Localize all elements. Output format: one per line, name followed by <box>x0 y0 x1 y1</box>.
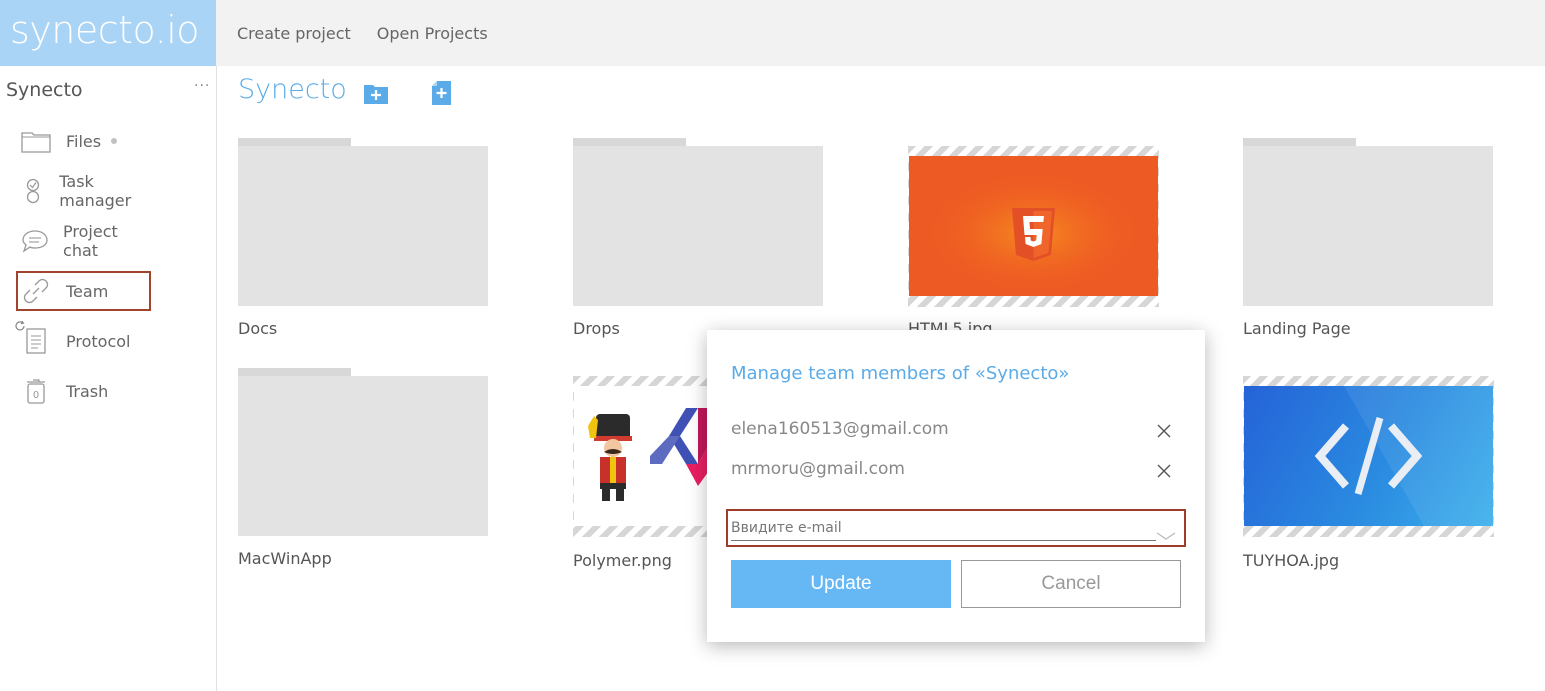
folder-tab <box>1243 138 1356 146</box>
sidebar-item-project-chat[interactable]: Project chat <box>18 221 150 261</box>
sidebar-item-label: Protocol <box>66 331 131 351</box>
member-email: elena160513@gmail.com <box>731 419 949 439</box>
email-input[interactable] <box>731 515 1156 541</box>
add-folder-icon[interactable] <box>364 82 388 108</box>
sidebar-item-label: Team <box>66 281 109 301</box>
remove-member-icon[interactable] <box>1157 463 1171 478</box>
sidebar-item-label: Project chat <box>63 222 118 260</box>
html5-logo <box>909 156 1158 296</box>
file-name: Docs <box>238 319 278 338</box>
sidebar: Synecto ··· Files Task manager Project c… <box>0 66 217 691</box>
top-nav: Create project Open Projects <box>237 0 488 66</box>
logo[interactable]: synecto.io <box>0 0 216 66</box>
manage-team-dialog: Manage team members of «Synecto» elena16… <box>707 330 1205 642</box>
svg-text:0: 0 <box>33 390 39 401</box>
tuyhoa-image <box>1244 386 1493 526</box>
sidebar-item-files[interactable]: Files <box>18 121 150 161</box>
cancel-button[interactable]: Cancel <box>961 560 1181 608</box>
sidebar-item-label: Task manager <box>59 172 132 210</box>
folder-tab <box>238 368 351 376</box>
html5-image <box>909 156 1158 296</box>
unread-dot <box>111 138 118 144</box>
sidebar-item-team[interactable]: Team <box>16 271 151 311</box>
sidebar-item-label: Trash <box>66 381 109 401</box>
file-tile-html5[interactable]: HTML5.jpg <box>908 138 1160 338</box>
trash-icon: 0 <box>18 376 54 406</box>
link-icon <box>18 276 54 306</box>
image-thumbnail <box>1243 376 1494 537</box>
sidebar-item-label: Files <box>66 131 102 151</box>
file-tile-macwinapp[interactable]: MacWinApp <box>238 368 490 568</box>
file-tile-drops[interactable]: Drops <box>573 138 825 338</box>
file-name: Polymer.png <box>573 551 672 570</box>
member-row: elena160513@gmail.com <box>731 419 1181 445</box>
document-icon <box>18 326 54 356</box>
more-options-icon[interactable]: ··· <box>194 78 210 94</box>
folder-tab <box>573 138 686 146</box>
folder-thumbnail <box>238 146 488 306</box>
add-file-icon[interactable] <box>432 81 451 109</box>
project-name: Synecto <box>6 79 83 101</box>
update-button[interactable]: Update <box>731 560 951 608</box>
folder-thumbnail <box>1243 146 1493 306</box>
member-email: mrmoru@gmail.com <box>731 459 905 479</box>
top-bar: synecto.io Create project Open Projects <box>0 0 1545 66</box>
file-tile-docs[interactable]: Docs <box>238 138 490 338</box>
image-thumbnail <box>908 146 1159 307</box>
file-name: Drops <box>573 319 620 338</box>
open-projects-link[interactable]: Open Projects <box>377 24 488 43</box>
file-name: Landing Page <box>1243 319 1351 338</box>
folder-tab <box>238 138 351 146</box>
code-brackets-logo <box>1314 386 1493 526</box>
create-project-link[interactable]: Create project <box>237 24 351 43</box>
file-tile-tuyhoa[interactable]: TUYHOA.jpg <box>1243 368 1495 570</box>
sidebar-item-protocol[interactable]: Protocol <box>18 321 150 361</box>
file-name: TUYHOA.jpg <box>1243 551 1340 570</box>
task-icon <box>18 176 47 206</box>
file-name: MacWinApp <box>238 549 332 568</box>
sidebar-item-trash[interactable]: 0 Trash <box>18 371 150 411</box>
remove-member-icon[interactable] <box>1157 423 1171 438</box>
chat-icon <box>18 226 51 256</box>
chevron-down-icon[interactable] <box>1156 526 1176 545</box>
email-field-wrapper <box>726 509 1186 547</box>
folder-thumbnail <box>573 146 823 306</box>
file-tile-landing-page[interactable]: Landing Page <box>1243 138 1495 338</box>
page-title: Synecto <box>238 74 347 105</box>
member-row: mrmoru@gmail.com <box>731 459 1181 485</box>
dialog-title: Manage team members of «Synecto» <box>731 363 1070 384</box>
folder-thumbnail <box>238 376 488 536</box>
sidebar-item-task-manager[interactable]: Task manager <box>18 171 150 211</box>
folder-icon <box>18 126 54 156</box>
